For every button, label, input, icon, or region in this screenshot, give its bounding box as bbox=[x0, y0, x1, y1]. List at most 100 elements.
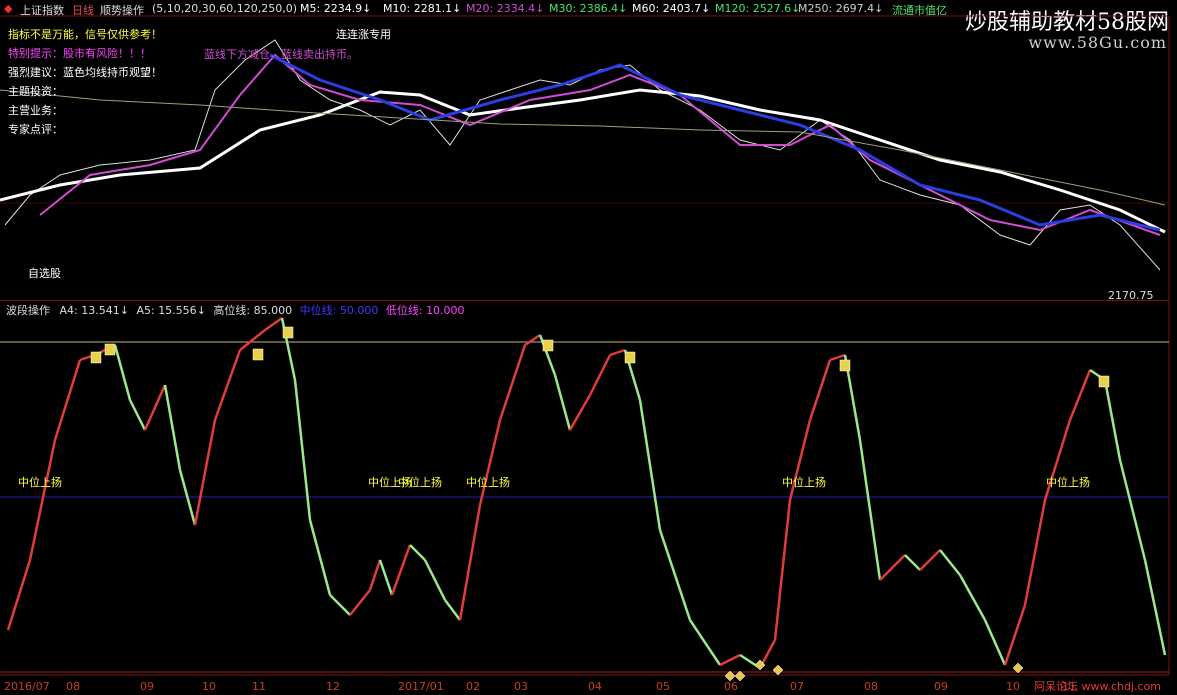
signal-mid-up: 中位上扬 bbox=[782, 476, 826, 489]
sell-marker-icon bbox=[282, 326, 294, 339]
oscillator-segment bbox=[163, 384, 182, 471]
x-tick: 2017/01 bbox=[398, 680, 444, 693]
ma250-line bbox=[0, 88, 1166, 234]
low-line-value: 10.000 bbox=[426, 304, 465, 317]
price-line bbox=[4, 39, 1161, 271]
oscillator-segment bbox=[1103, 379, 1122, 461]
oscillator-segment bbox=[829, 353, 846, 362]
a4-label: A4: bbox=[59, 304, 78, 317]
x-tick: 04 bbox=[588, 680, 602, 693]
tag-warn: 蓝线下方减仓，蓝线卖出持币。 bbox=[204, 48, 358, 61]
oscillator-segment bbox=[478, 419, 502, 506]
sell-marker-icon bbox=[624, 351, 636, 364]
x-tick: 09 bbox=[140, 680, 154, 693]
oscillator-segment bbox=[588, 354, 612, 396]
a5-label: A5: bbox=[136, 304, 155, 317]
x-tick: 2016/07 bbox=[4, 680, 50, 693]
mid-line-label: 中位线: bbox=[299, 304, 337, 317]
tag-up: 连连涨专用 bbox=[336, 28, 391, 41]
oscillator-segment bbox=[939, 549, 961, 576]
chart-canvas[interactable] bbox=[0, 0, 1177, 695]
oscillator-segment bbox=[409, 544, 426, 561]
oscillator-segment bbox=[239, 329, 266, 351]
watchlist-label[interactable]: 自选股 bbox=[28, 265, 61, 281]
note-line-2: 特别提示：股市有风险！！！ bbox=[8, 47, 151, 60]
sell-marker-icon bbox=[839, 359, 851, 372]
oscillator-segment bbox=[1118, 459, 1147, 561]
note-line-3: 强烈建议：蓝色均线持币观望！ bbox=[8, 66, 162, 79]
note-line-4: 主题投资： bbox=[8, 85, 63, 98]
oscillator-segment bbox=[638, 399, 662, 531]
oscillator-segment bbox=[28, 439, 57, 561]
oscillator-segment bbox=[904, 554, 921, 571]
oscillator-segment bbox=[193, 419, 217, 526]
oscillator-segment bbox=[983, 619, 1007, 666]
high-line-value: 85.000 bbox=[253, 304, 293, 317]
signal-mid-up: 中位上扬 bbox=[1046, 476, 1090, 489]
oscillator-segment bbox=[719, 653, 741, 667]
oscillator-segment bbox=[378, 559, 394, 596]
oscillator-segment bbox=[609, 348, 626, 357]
a4-arrow: ↓ bbox=[119, 304, 129, 317]
oscillator-segment bbox=[568, 394, 592, 431]
x-tick: 07 bbox=[790, 680, 804, 693]
oscillator-segment bbox=[390, 544, 412, 596]
lower-panel-name: 波段操作 bbox=[6, 304, 50, 317]
a5-value: 15.556 bbox=[158, 304, 197, 317]
signal-mid-up: 中位上扬 bbox=[398, 476, 442, 489]
oscillator-segment bbox=[264, 316, 283, 332]
note-line-5: 主营业务： bbox=[8, 104, 63, 117]
oscillator-segment bbox=[458, 504, 482, 621]
oscillator-segment bbox=[524, 333, 541, 347]
oscillator-segment bbox=[53, 359, 82, 441]
sell-marker-icon bbox=[542, 339, 554, 352]
x-tick: 08 bbox=[66, 680, 80, 693]
x-tick: 08 bbox=[864, 680, 878, 693]
sell-marker-icon bbox=[1098, 375, 1110, 388]
lower-panel-header: 波段操作 A4: 13.541↓ A5: 15.556↓ 高位线: 85.000… bbox=[6, 302, 465, 318]
oscillator-segment bbox=[6, 559, 32, 631]
a4-value: 13.541 bbox=[81, 304, 120, 317]
price-low-label: 2170.75 bbox=[1108, 289, 1154, 302]
low-line-label: 低位线: bbox=[385, 304, 423, 317]
oscillator-segment bbox=[879, 554, 906, 581]
oscillator-segment bbox=[423, 559, 447, 601]
buy-marker-icon bbox=[772, 664, 784, 676]
mid-line-value: 50.000 bbox=[339, 304, 379, 317]
oscillator-segment bbox=[1003, 604, 1027, 666]
oscillator-segment bbox=[1068, 369, 1092, 421]
ma-blue-line bbox=[269, 53, 1161, 232]
x-tick: 06 bbox=[724, 680, 738, 693]
x-tick: 11 bbox=[252, 680, 266, 693]
oscillator-segment bbox=[658, 529, 692, 621]
upper-notes: 指标不是万能，信号仅供参考！ 特别提示：股市有风险！！！ 强烈建议：蓝色均线持币… bbox=[8, 25, 162, 139]
oscillator-segment bbox=[553, 374, 572, 431]
sell-marker-icon bbox=[90, 351, 102, 364]
oscillator-segment bbox=[858, 439, 882, 581]
oscillator-segment bbox=[143, 384, 167, 431]
oscillator-segment bbox=[128, 399, 147, 431]
x-tick: 03 bbox=[514, 680, 528, 693]
x-tick: 10 bbox=[1006, 680, 1020, 693]
oscillator-segment bbox=[1023, 499, 1047, 606]
oscillator-segment bbox=[308, 519, 332, 596]
note-line-1: 指标不是万能，信号仅供参考！ bbox=[8, 28, 162, 41]
footer-brand: 阿呆论坛 www.chdj.com bbox=[1034, 680, 1162, 693]
oscillator-segment bbox=[688, 619, 722, 666]
sell-marker-icon bbox=[252, 348, 264, 361]
x-tick: 05 bbox=[656, 680, 670, 693]
x-tick: 12 bbox=[326, 680, 340, 693]
x-tick: 10 bbox=[202, 680, 216, 693]
oscillator-segment bbox=[958, 574, 987, 621]
sell-marker-icon bbox=[104, 343, 116, 356]
signal-mid-up: 中位上扬 bbox=[18, 476, 62, 489]
oscillator-segment bbox=[329, 594, 351, 616]
oscillator-segment bbox=[1143, 559, 1167, 656]
note-line-6: 专家点评： bbox=[8, 123, 63, 136]
oscillator-segment bbox=[368, 559, 382, 591]
oscillator-segment bbox=[444, 599, 461, 621]
oscillator-segment bbox=[808, 359, 832, 421]
x-tick: 02 bbox=[466, 680, 480, 693]
oscillator-segment bbox=[773, 499, 792, 641]
ma-long-line bbox=[0, 89, 1166, 206]
